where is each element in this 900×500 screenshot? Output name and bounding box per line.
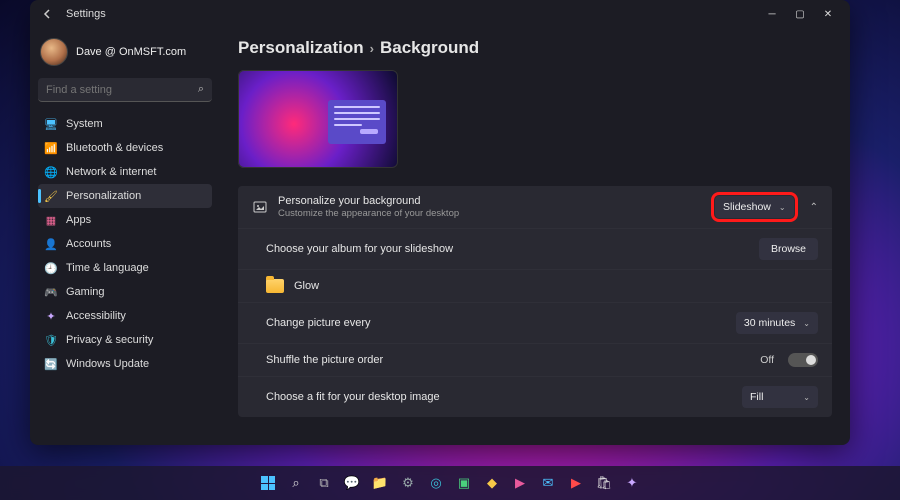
nav-icon: 🖌: [44, 189, 58, 203]
shuffle-state: Off: [760, 354, 774, 366]
nav-list: 🖥 System 📶 Bluetooth & devices 🌐 Network & in…: [38, 112, 212, 376]
nav-icon: 🎮: [44, 285, 58, 299]
nav-label: Windows Update: [66, 358, 149, 370]
album-title: Choose your album for your slideshow: [266, 243, 749, 255]
back-button[interactable]: [38, 4, 58, 24]
fit-title: Choose a fit for your desktop image: [266, 391, 732, 403]
expand-toggle[interactable]: ⌃: [810, 202, 818, 213]
app3-icon[interactable]: ▶: [509, 472, 531, 494]
sidebar-item-windows-update[interactable]: 🔄 Windows Update: [38, 352, 212, 376]
edge-icon[interactable]: ◎: [425, 472, 447, 494]
chevron-down-icon: ⌄: [803, 319, 810, 328]
nav-label: System: [66, 118, 103, 130]
sidebar-item-personalization[interactable]: 🖌 Personalization: [38, 184, 212, 208]
chevron-down-icon: ⌄: [779, 203, 786, 212]
main-content: Personalization › Background Personalize…: [220, 28, 850, 445]
nav-label: Gaming: [66, 286, 105, 298]
nav-icon: 👤: [44, 237, 58, 251]
titlebar: Settings ─ ▢ ✕: [30, 0, 850, 28]
nav-icon: ✦: [44, 309, 58, 323]
chevron-down-icon: ⌄: [803, 393, 810, 402]
nav-label: Accessibility: [66, 310, 126, 322]
app1-icon[interactable]: ▣: [453, 472, 475, 494]
sidebar-item-accounts[interactable]: 👤 Accounts: [38, 232, 212, 256]
search-box[interactable]: ⌕: [38, 78, 212, 102]
shuffle-title: Shuffle the picture order: [266, 354, 750, 366]
search-input[interactable]: [46, 84, 198, 96]
fit-row: Choose a fit for your desktop image Fill…: [238, 377, 832, 417]
user-profile[interactable]: Dave @ OnMSFT.com: [38, 34, 212, 76]
sidebar-item-privacy-security[interactable]: 🛡 Privacy & security: [38, 328, 212, 352]
close-button[interactable]: ✕: [814, 3, 842, 25]
background-type-dropdown[interactable]: Slideshow ⌄: [715, 196, 794, 218]
search-taskbar-icon[interactable]: ⌕: [285, 472, 307, 494]
interval-title: Change picture every: [266, 317, 726, 329]
window-title: Settings: [66, 8, 106, 20]
sidebar-item-system[interactable]: 🖥 System: [38, 112, 212, 136]
sidebar-item-apps[interactable]: ▦ Apps: [38, 208, 212, 232]
search-icon: ⌕: [198, 83, 204, 96]
settings-card: Personalize your background Customize th…: [238, 186, 832, 417]
chevron-right-icon: ›: [370, 41, 374, 56]
sidebar-item-time-language[interactable]: 🕘 Time & language: [38, 256, 212, 280]
fit-dropdown[interactable]: Fill ⌄: [742, 386, 818, 408]
shuffle-toggle[interactable]: [788, 353, 818, 367]
personalize-row: Personalize your background Customize th…: [238, 186, 832, 229]
settings-window: Settings ─ ▢ ✕ Dave @ OnMSFT.com ⌕ 🖥 Syst…: [30, 0, 850, 445]
personalize-sub: Customize the appearance of your desktop: [278, 208, 705, 219]
sidebar-item-accessibility[interactable]: ✦ Accessibility: [38, 304, 212, 328]
breadcrumb-parent[interactable]: Personalization: [238, 38, 364, 58]
app5-icon[interactable]: ✦: [621, 472, 643, 494]
avatar: [40, 38, 68, 66]
app4-icon[interactable]: ▶: [565, 472, 587, 494]
breadcrumb: Personalization › Background: [238, 38, 832, 58]
nav-icon: 🔄: [44, 357, 58, 371]
explorer-icon[interactable]: 📁: [369, 472, 391, 494]
personalize-title: Personalize your background: [278, 195, 705, 207]
album-row: Choose your album for your slideshow Bro…: [238, 229, 832, 270]
sidebar-item-network-internet[interactable]: 🌐 Network & internet: [38, 160, 212, 184]
user-name: Dave @ OnMSFT.com: [76, 46, 186, 58]
nav-icon: 🛡: [44, 333, 58, 347]
app2-icon[interactable]: ◆: [481, 472, 503, 494]
shuffle-row: Shuffle the picture order Off: [238, 344, 832, 377]
sidebar-item-bluetooth-devices[interactable]: 📶 Bluetooth & devices: [38, 136, 212, 160]
folder-icon: [266, 279, 284, 293]
nav-label: Apps: [66, 214, 91, 226]
browse-button[interactable]: Browse: [759, 238, 818, 260]
start-button[interactable]: [257, 472, 279, 494]
nav-icon: ▦: [44, 213, 58, 227]
folder-name: Glow: [294, 280, 319, 292]
settings-icon[interactable]: ⚙: [397, 472, 419, 494]
minimize-button[interactable]: ─: [758, 3, 786, 25]
interval-dropdown[interactable]: 30 minutes ⌄: [736, 312, 818, 334]
nav-label: Privacy & security: [66, 334, 153, 346]
nav-label: Time & language: [66, 262, 149, 274]
nav-label: Accounts: [66, 238, 111, 250]
chat-icon[interactable]: 💬: [341, 472, 363, 494]
folder-row[interactable]: Glow: [238, 270, 832, 303]
nav-label: Network & internet: [66, 166, 156, 178]
sidebar-item-gaming[interactable]: 🎮 Gaming: [38, 280, 212, 304]
maximize-button[interactable]: ▢: [786, 3, 814, 25]
background-preview: [238, 70, 398, 168]
task-view-icon[interactable]: ⧉: [313, 472, 335, 494]
store-icon[interactable]: 🛍: [593, 472, 615, 494]
taskbar: ⌕ ⧉ 💬 📁 ⚙ ◎ ▣ ◆ ▶ ✉ ▶ 🛍 ✦: [0, 466, 900, 500]
breadcrumb-current: Background: [380, 38, 479, 58]
nav-label: Personalization: [66, 190, 141, 202]
interval-row: Change picture every 30 minutes ⌄: [238, 303, 832, 344]
nav-icon: 🖥: [44, 117, 58, 131]
picture-icon: [252, 199, 268, 215]
nav-icon: 📶: [44, 141, 58, 155]
nav-icon: 🌐: [44, 165, 58, 179]
sidebar: Dave @ OnMSFT.com ⌕ 🖥 System 📶 Bluetooth & …: [30, 28, 220, 445]
mail-icon[interactable]: ✉: [537, 472, 559, 494]
nav-label: Bluetooth & devices: [66, 142, 163, 154]
nav-icon: 🕘: [44, 261, 58, 275]
